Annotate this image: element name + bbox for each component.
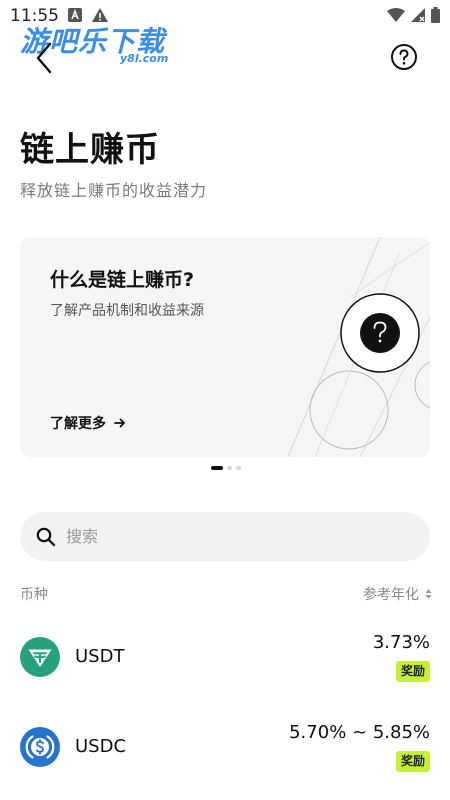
chevron-left-icon	[36, 42, 52, 74]
reward-badge: 奖励	[395, 751, 430, 772]
search-box[interactable]	[20, 512, 430, 561]
question-circle-icon	[391, 44, 417, 70]
pagination-dot[interactable]	[227, 466, 232, 470]
coin-row-usdt[interactable]: USDT 3.73% 奖励	[0, 616, 450, 696]
reward-badge: 奖励	[395, 661, 430, 682]
coin-apr: 5.70% ~ 5.85%	[289, 722, 430, 743]
page-subtitle: 释放链上赚币的收益潜力	[20, 181, 208, 200]
page-title: 链上赚币	[20, 130, 160, 170]
banner-title: 什么是链上赚币?	[50, 269, 195, 291]
search-icon	[36, 527, 56, 546]
pagination-dot-active[interactable]	[211, 466, 223, 470]
learn-more-label: 了解更多	[50, 416, 106, 432]
coin-symbol: USDC	[75, 736, 127, 757]
banner-pagination	[211, 466, 241, 470]
tether-icon	[20, 637, 60, 677]
signal-icon	[411, 8, 425, 22]
apr-column-label: 参考年化	[363, 587, 419, 603]
learn-more-link[interactable]: 了解更多	[50, 413, 126, 433]
apr-sort-header[interactable]: 参考年化	[363, 584, 432, 604]
wifi-icon	[387, 8, 405, 22]
coin-column-header: 币种	[20, 587, 48, 603]
coin-row-usdc[interactable]: USDC 5.70% ~ 5.85% 奖励	[0, 706, 450, 786]
banner-card[interactable]: 什么是链上赚币? 了解产品机制和收益来源 了解更多	[20, 237, 430, 457]
help-button[interactable]	[390, 43, 418, 71]
arrow-right-icon	[114, 418, 125, 428]
search-input[interactable]	[66, 527, 386, 546]
watermark-domain: y8l.com	[120, 52, 169, 65]
pagination-dot[interactable]	[236, 466, 241, 470]
sort-icon	[425, 589, 432, 599]
banner-description: 了解产品机制和收益来源	[50, 303, 204, 319]
battery-icon	[431, 7, 440, 23]
usd-coin-icon	[20, 727, 60, 767]
back-button[interactable]	[30, 40, 60, 76]
coin-apr: 3.73%	[372, 632, 430, 653]
coin-symbol: USDT	[75, 646, 125, 667]
system-icons	[387, 7, 440, 23]
